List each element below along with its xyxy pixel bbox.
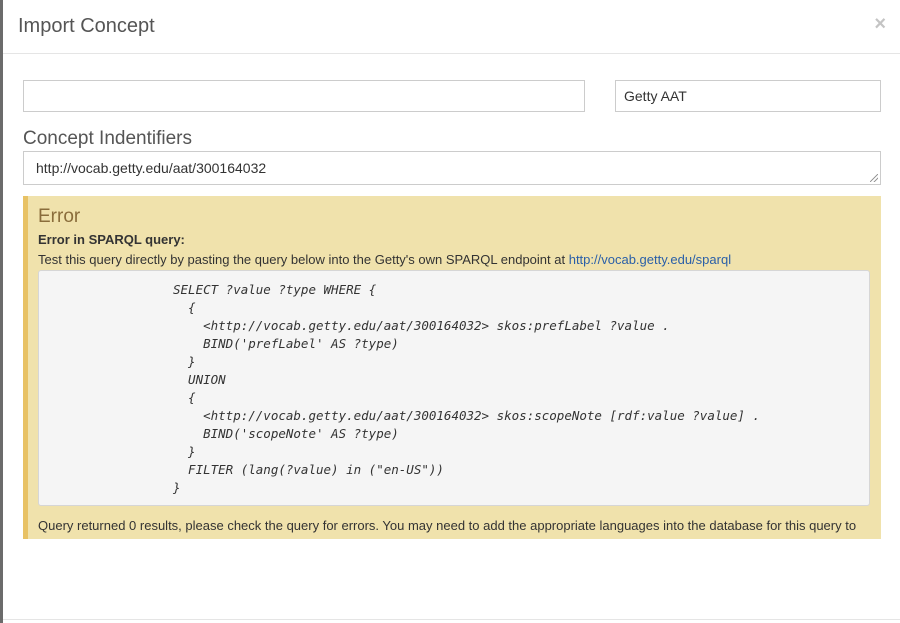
error-title: Error <box>38 206 81 227</box>
vocabulary-select[interactable]: Getty AAT <box>615 80 881 112</box>
concept-identifiers-textarea[interactable]: http://vocab.getty.edu/aat/300164032 <box>23 151 881 185</box>
modal-header: Import Concept × <box>3 0 900 54</box>
concept-identifiers-label: Concept Indentifiers <box>23 128 192 149</box>
error-footer-text: Query returned 0 results, please check t… <box>38 518 857 533</box>
concept-search-input[interactable] <box>23 80 585 112</box>
error-subtitle: Error in SPARQL query: <box>38 232 185 247</box>
sparql-query-box: SELECT ?value ?type WHERE { { <http://vo… <box>38 270 870 506</box>
close-icon[interactable]: × <box>874 14 886 34</box>
resize-grip-icon[interactable] <box>870 174 878 182</box>
error-alert: Error Error in SPARQL query: Test this q… <box>23 196 881 539</box>
sparql-endpoint-link[interactable]: http://vocab.getty.edu/sparql <box>569 252 731 267</box>
import-concept-modal: Import Concept × Getty AAT Concept Inden… <box>3 0 900 623</box>
identifier-value: http://vocab.getty.edu/aat/300164032 <box>36 160 267 176</box>
modal-title: Import Concept <box>18 15 155 37</box>
error-description-text: Test this query directly by pasting the … <box>38 252 569 267</box>
modal-footer-divider <box>3 619 900 620</box>
error-description: Test this query directly by pasting the … <box>38 252 731 267</box>
sparql-query-code: SELECT ?value ?type WHERE { { <http://vo… <box>173 282 760 495</box>
